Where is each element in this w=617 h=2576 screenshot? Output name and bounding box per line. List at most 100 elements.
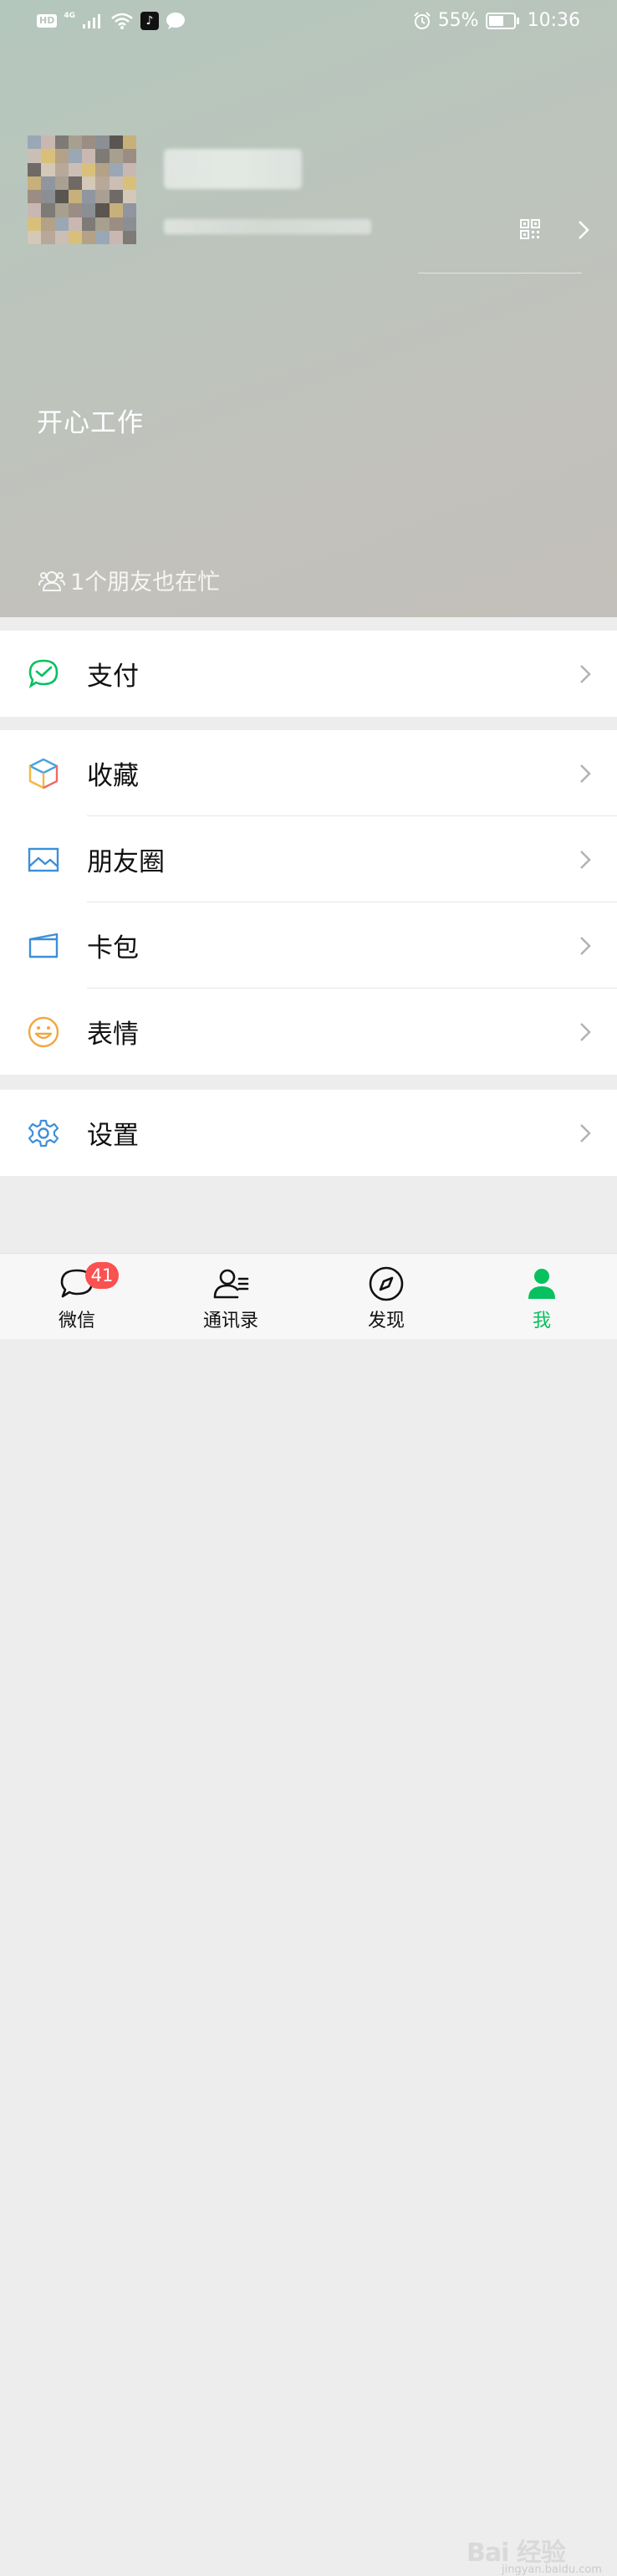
pay-icon (28, 659, 59, 688)
menu-group-main: 收藏 朋友圈 卡包 表情 (0, 730, 617, 1075)
avatar-pixel (41, 230, 55, 244)
unread-badge: 41 (85, 1262, 119, 1289)
compass-icon (369, 1266, 404, 1301)
cards-label: 卡包 (87, 933, 139, 963)
tab-contacts-label: 通讯录 (202, 1311, 258, 1331)
chevron-right-icon (580, 764, 591, 783)
tab-me[interactable]: 我 (492, 1254, 592, 1339)
avatar-pixel (41, 217, 55, 231)
avatar-pixel (54, 162, 69, 176)
avatar-pixel (95, 203, 110, 217)
profile-header: HD 4G ♪ 55% 10:36 开心工作 1个朋友也在忙 (0, 0, 617, 617)
avatar-pixel (122, 162, 136, 176)
avatar-pixel (41, 176, 55, 190)
avatar-pixel (28, 217, 42, 231)
menu-group-pay: 支付 (0, 631, 617, 717)
avatar-pixel (68, 162, 82, 176)
battery-icon (485, 12, 519, 29)
menu-group-settings: 设置 (0, 1090, 617, 1176)
avatar-pixel (95, 162, 110, 176)
avatar-pixel (28, 162, 42, 176)
avatar-pixel (41, 190, 55, 204)
chevron-right-icon (580, 936, 591, 955)
avatar-pixel (109, 135, 123, 150)
contacts-icon (213, 1269, 249, 1299)
clock: 10:36 (527, 10, 580, 31)
wifi-icon (111, 13, 133, 29)
avatar-pixel (54, 230, 69, 244)
avatar-pixel (68, 217, 82, 231)
chevron-right-icon (580, 1123, 591, 1142)
avatar-pixel (82, 190, 96, 204)
menu-item-pay[interactable]: 支付 (0, 631, 617, 717)
alarm-icon (413, 11, 431, 29)
battery-percent: 55% (437, 10, 479, 31)
tab-discover-label: 发现 (367, 1311, 405, 1331)
stickers-label: 表情 (87, 1020, 139, 1050)
tiktok-notification-icon: ♪ (140, 12, 159, 30)
tab-contacts[interactable]: 通讯录 (181, 1254, 281, 1339)
wechat-id-blurred (164, 219, 371, 234)
avatar-pixel (95, 135, 110, 150)
hd-indicator: HD (37, 14, 58, 28)
chevron-right-icon (580, 850, 591, 869)
avatar-pixel (122, 176, 136, 190)
avatar-pixel (109, 203, 123, 217)
message-notification-icon (166, 13, 185, 29)
menu-item-favorites[interactable]: 收藏 (0, 730, 617, 816)
friends-busy-text: 1个朋友也在忙 (70, 570, 221, 595)
avatar-pixel (82, 230, 96, 244)
bottom-tab-bar: 微信 41 通讯录 发现 我 Bai 经验 jingyan.baidu.com (0, 1253, 617, 2576)
avatar-pixel (122, 149, 136, 163)
avatar-pixel (122, 230, 136, 244)
menu-item-moments[interactable]: 朋友圈 (0, 816, 617, 902)
chevron-right-icon (580, 1022, 591, 1041)
avatar-pixel (41, 203, 55, 217)
avatar-pixel (109, 162, 123, 176)
avatar-pixel (82, 217, 96, 231)
avatar-pixel (68, 176, 82, 190)
menu-item-stickers[interactable]: 表情 (0, 989, 617, 1075)
tab-discover[interactable]: 发现 (336, 1254, 436, 1339)
avatar-pixel (109, 190, 123, 204)
signal-icon (83, 14, 100, 28)
profile-chevron-right-icon[interactable] (577, 219, 590, 241)
avatar-pixel (68, 190, 82, 204)
tab-chats[interactable]: 微信 41 (27, 1254, 127, 1339)
avatar-pixel (28, 190, 42, 204)
settings-label: 设置 (87, 1121, 139, 1151)
avatar-pixel (95, 230, 110, 244)
avatar-pixel (41, 149, 55, 163)
friends-busy-line[interactable]: 1个朋友也在忙 (38, 564, 220, 596)
sticker-smile-icon (28, 1016, 59, 1047)
avatar-pixel (122, 217, 136, 231)
tab-chats-label: 微信 (58, 1311, 95, 1331)
avatar-pixel (28, 135, 42, 150)
avatar-pixel (41, 162, 55, 176)
avatar-pixel (95, 149, 110, 163)
favorites-cube-icon (28, 758, 59, 789)
avatar-pixel (122, 190, 136, 204)
avatar-pixel (68, 230, 82, 244)
avatar-pixel (68, 135, 82, 150)
network-type: 4G (64, 12, 75, 20)
user-status-text[interactable]: 开心工作 (37, 401, 144, 439)
moments-label: 朋友圈 (87, 847, 165, 877)
menu-item-cards[interactable]: 卡包 (0, 902, 617, 989)
pay-label: 支付 (87, 662, 139, 692)
avatar[interactable] (28, 135, 136, 244)
avatar-pixel (122, 203, 136, 217)
avatar-pixel (28, 203, 42, 217)
card-wallet-icon (28, 933, 59, 958)
tab-me-label: 我 (532, 1311, 551, 1331)
qr-code-icon[interactable] (520, 219, 540, 239)
me-person-icon (528, 1269, 555, 1299)
menu-item-settings[interactable]: 设置 (0, 1090, 617, 1176)
avatar-pixel (95, 217, 110, 231)
avatar-pixel (54, 149, 69, 163)
avatar-pixel (41, 135, 55, 150)
avatar-pixel (28, 230, 42, 244)
avatar-pixel (54, 203, 69, 217)
avatar-pixel (82, 162, 96, 176)
favorites-label: 收藏 (87, 761, 139, 791)
